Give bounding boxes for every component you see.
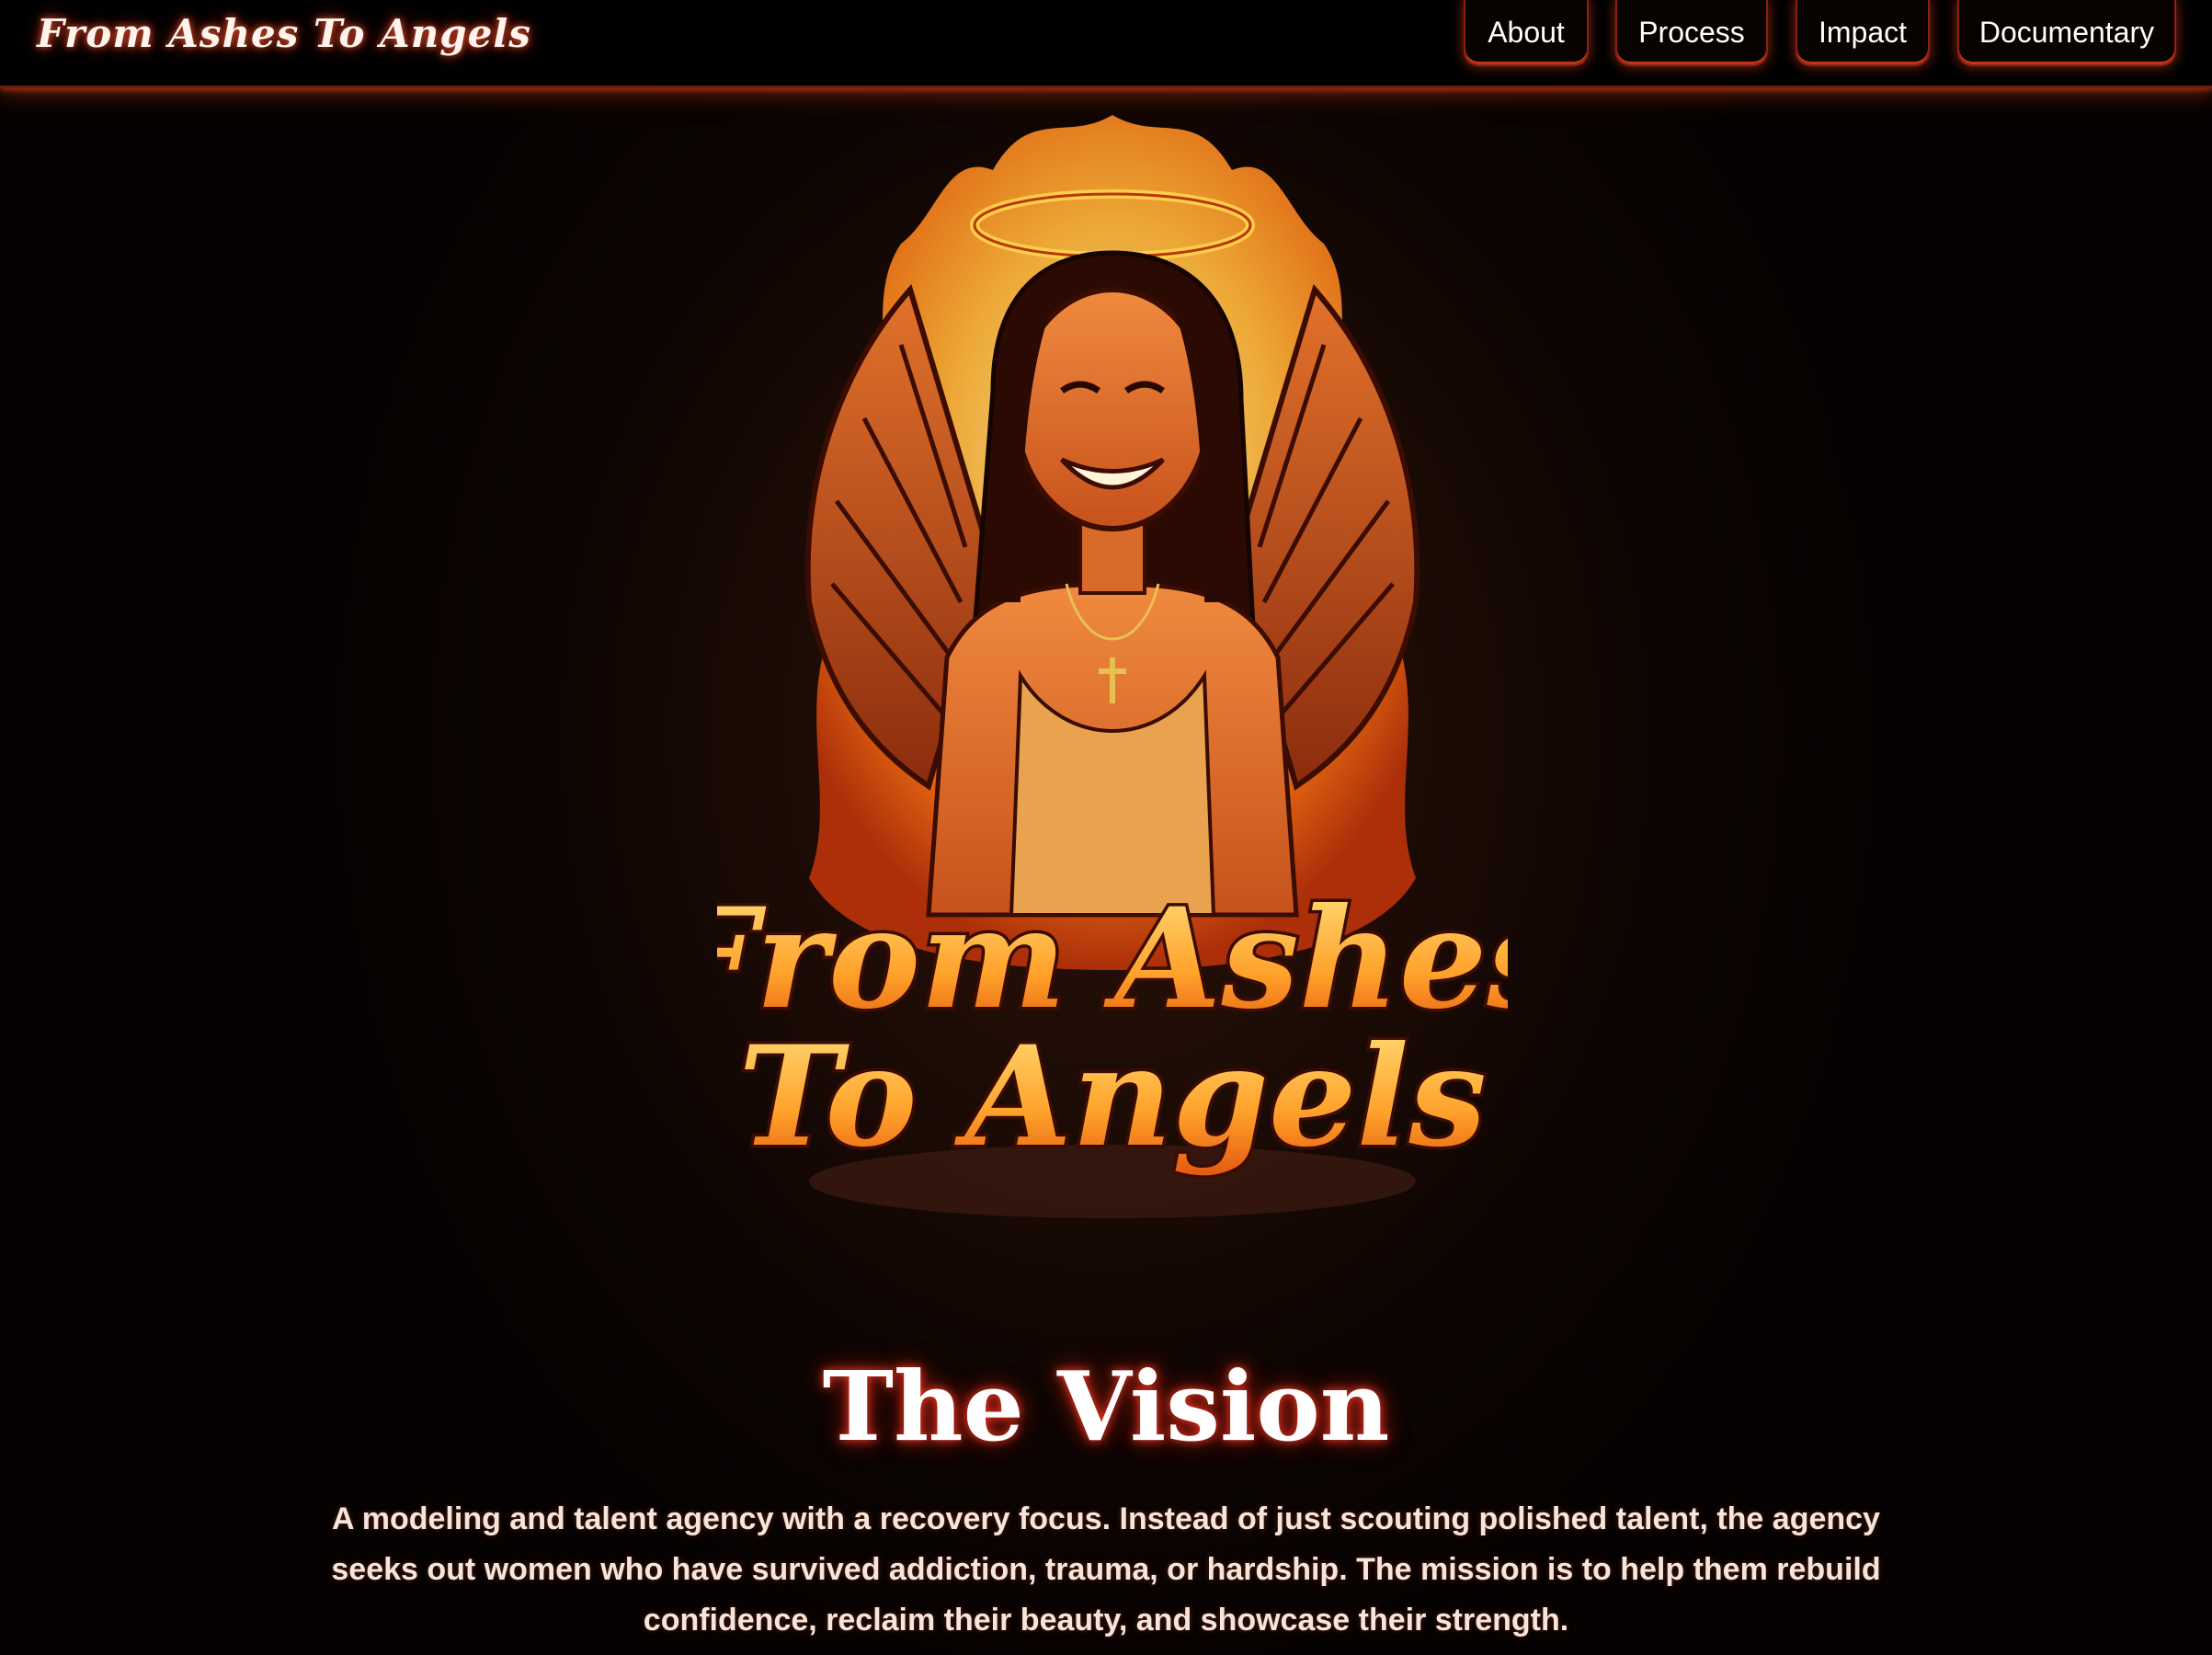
nav-documentary-button[interactable]: Documentary: [1957, 0, 2176, 66]
nav-process-button[interactable]: Process: [1615, 0, 1768, 66]
nav-about-button[interactable]: About: [1464, 0, 1589, 66]
brand-logo[interactable]: From Ashes To Angels: [37, 11, 531, 57]
hero-angel-artwork: From Ashes To Angels: [717, 115, 1508, 1218]
vision-title: The Vision: [822, 1350, 1390, 1463]
page: From Ashes To Angels About Process Impac…: [0, 0, 2212, 1655]
top-nav-bar: From Ashes To Angels About Process Impac…: [0, 0, 2212, 88]
art-text-line2: To Angels: [738, 1016, 1487, 1178]
nav-impact-button[interactable]: Impact: [1796, 0, 1930, 66]
vision-description: A modeling and talent agency with a reco…: [331, 1501, 1881, 1638]
